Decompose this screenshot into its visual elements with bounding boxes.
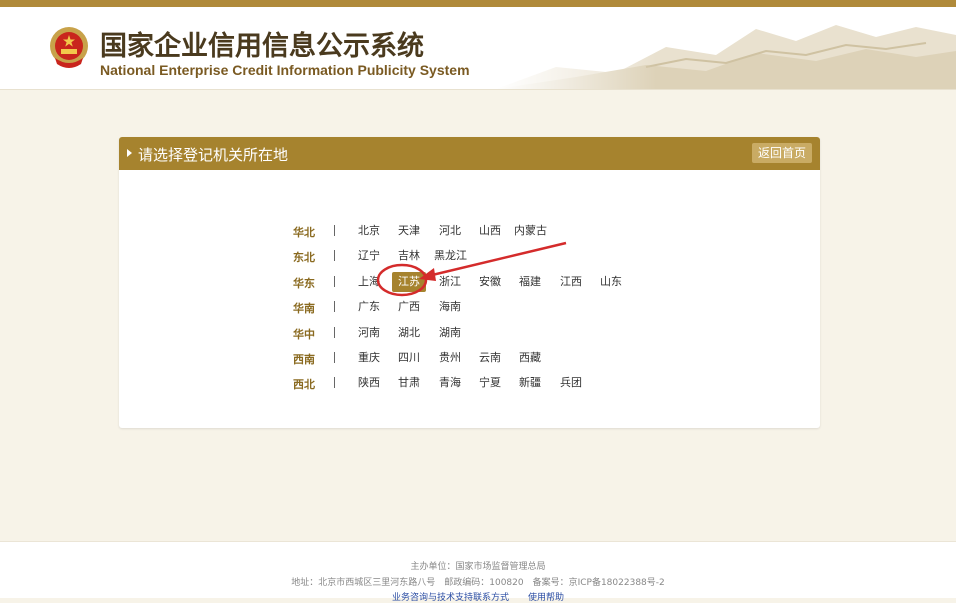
footer-address: 地址：北京市西城区三里河东路八号 邮政编码：100820 备案号：京ICP备18…: [291, 578, 665, 588]
province-link[interactable]: 湖南: [434, 323, 466, 343]
region-row: 西北 陕西 甘肃 青海 宁夏 新疆 兵团: [293, 373, 793, 398]
site-header: 国家企业信用信息公示系统 National Enterprise Credit …: [0, 7, 956, 90]
province-link[interactable]: 河北: [434, 221, 466, 241]
location-selection-panel: 请选择登记机关所在地 返回首页 华北 北京 天津 河北 山西 内蒙古东北 辽宁 吉林 黑龙江华东…: [119, 137, 820, 428]
province-link[interactable]: 青海: [434, 373, 466, 393]
province-link[interactable]: 广西: [393, 297, 425, 317]
region-row: 华中 河南 湖北 湖南: [293, 323, 793, 348]
region-row: 华南 广东 广西 海南: [293, 297, 793, 322]
province-link[interactable]: 福建: [514, 272, 546, 292]
region-name: 华南: [293, 302, 315, 316]
top-accent-bar: [0, 0, 956, 7]
province-link[interactable]: 内蒙古: [514, 221, 547, 241]
region-name: 西北: [293, 378, 315, 392]
province-link[interactable]: 广东: [353, 297, 385, 317]
province-link[interactable]: 甘肃: [393, 373, 425, 393]
region-name: 华北: [293, 226, 315, 239]
province-link[interactable]: 黑龙江: [434, 246, 467, 266]
province-link[interactable]: 海南: [434, 297, 466, 317]
region-name: 华中: [293, 327, 315, 341]
site-subtitle: National Enterprise Credit Information P…: [100, 62, 470, 78]
province-link[interactable]: 上海: [353, 272, 385, 292]
province-link[interactable]: 江西: [555, 272, 587, 292]
province-link[interactable]: 北京: [353, 221, 385, 241]
return-home-button[interactable]: 返回首页: [751, 143, 812, 163]
region-list: 华北 北京 天津 河北 山西 内蒙古东北 辽宁 吉林 黑龙江华东 上海 江苏 浙江 安徽 福建 江西 山东华南…: [293, 221, 793, 399]
site-footer: 主办单位：国家市场监督管理总局 地址：北京市西城区三里河东路八号 邮政编码：10…: [0, 541, 956, 603]
region-name: 东北: [293, 251, 315, 265]
province-link[interactable]: 江苏: [392, 271, 426, 292]
province-link[interactable]: 山东: [595, 272, 627, 292]
panel-header: 请选择登记机关所在地 返回首页: [119, 137, 820, 170]
province-link[interactable]: 西藏: [514, 348, 546, 368]
province-link[interactable]: 宁夏: [474, 373, 506, 393]
region-separator: [334, 301, 335, 313]
province-link[interactable]: 陕西: [353, 373, 385, 393]
province-link[interactable]: 湖北: [393, 323, 425, 343]
panel-title: 请选择登记机关所在地: [138, 146, 289, 164]
province-link[interactable]: 云南: [474, 348, 506, 368]
national-emblem-logo: [50, 27, 88, 68]
province-link[interactable]: 山西: [474, 221, 506, 241]
province-link[interactable]: 四川: [393, 348, 425, 368]
province-link[interactable]: 河南: [353, 323, 385, 343]
great-wall-decoration: [496, 7, 956, 89]
region-name: 华东: [293, 276, 315, 290]
region-separator: [334, 225, 335, 236]
province-link[interactable]: 辽宁: [353, 246, 385, 266]
region-separator: [334, 377, 335, 389]
region-row: 华东 上海 江苏 浙江 安徽 福建 江西 山东: [293, 271, 793, 297]
site-title: 国家企业信用信息公示系统: [100, 31, 424, 62]
region-separator: [334, 275, 335, 287]
region-row: 西南 重庆 四川 贵州 云南 西藏: [293, 348, 793, 373]
region-row: 东北 辽宁 吉林 黑龙江: [293, 246, 793, 271]
province-link[interactable]: 贵州: [434, 348, 466, 368]
region-row: 华北 北京 天津 河北 山西 内蒙古: [293, 221, 793, 246]
province-link[interactable]: 浙江: [434, 272, 466, 292]
province-link[interactable]: 重庆: [353, 348, 385, 368]
usage-help-link[interactable]: 使用帮助: [528, 593, 564, 603]
region-separator: [334, 351, 335, 363]
region-separator: [334, 326, 335, 338]
province-link[interactable]: 兵团: [555, 373, 587, 393]
footer-sponsor: 主办单位：国家市场监督管理总局: [410, 562, 546, 572]
region-name: 西南: [293, 352, 315, 366]
region-separator: [334, 250, 335, 262]
province-link[interactable]: 安徽: [474, 272, 506, 292]
province-link[interactable]: 新疆: [514, 373, 546, 393]
support-contact-link[interactable]: 业务咨询与技术支持联系方式: [392, 593, 509, 603]
province-link[interactable]: 天津: [393, 221, 425, 241]
caret-right-icon: [127, 149, 132, 157]
province-link[interactable]: 吉林: [393, 246, 425, 266]
